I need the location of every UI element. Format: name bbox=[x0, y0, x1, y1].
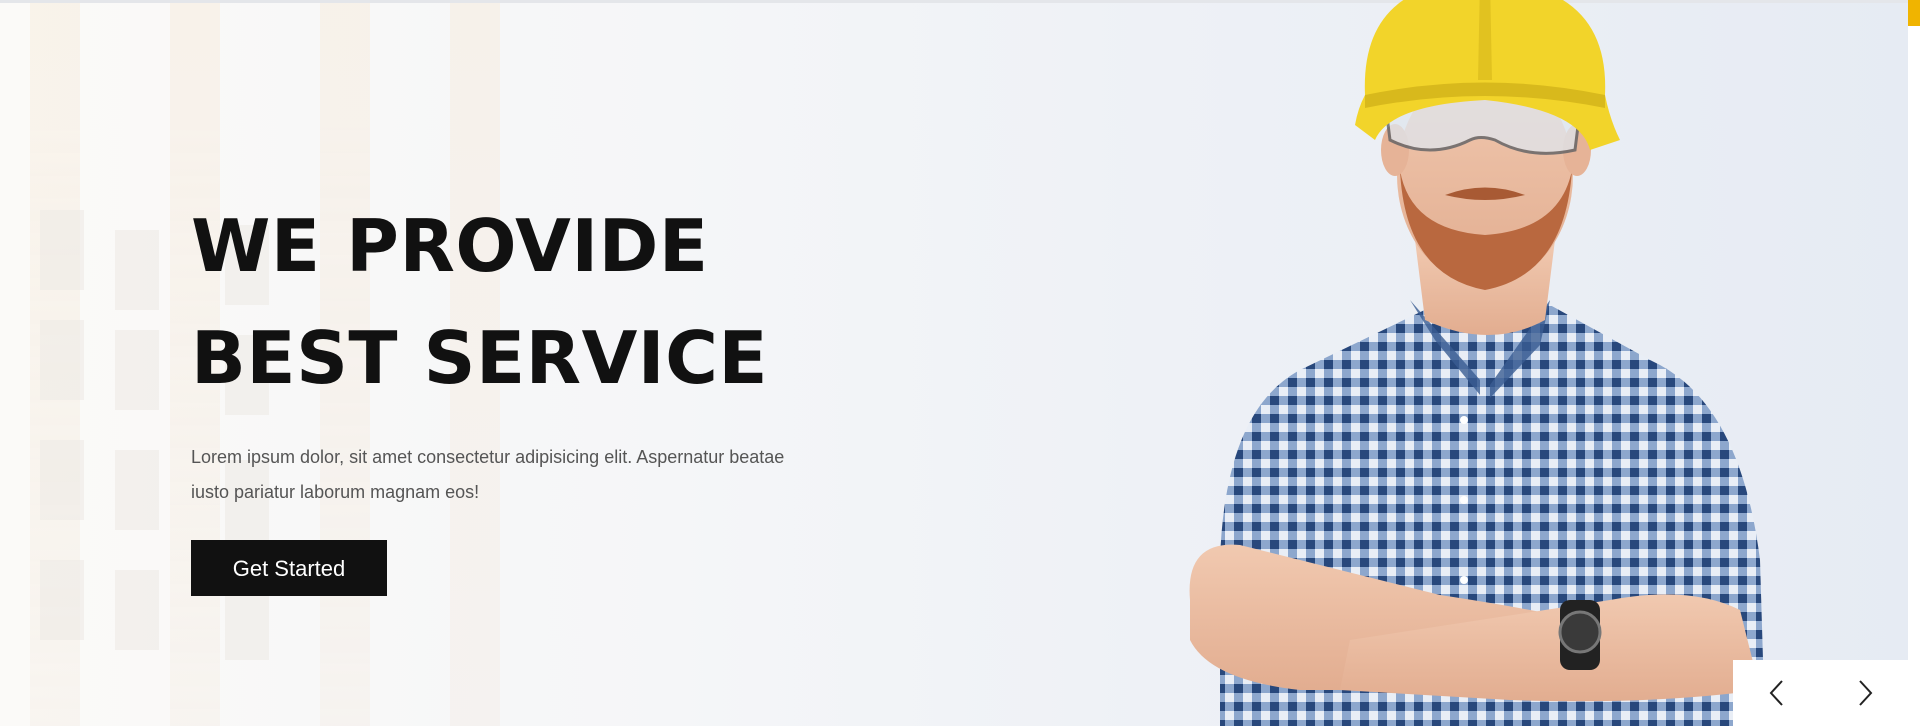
chevron-right-icon bbox=[1859, 680, 1873, 706]
hero-description: Lorem ipsum dolor, sit amet consectetur … bbox=[191, 447, 785, 502]
next-slide-button[interactable] bbox=[1845, 673, 1885, 713]
hero-heading: WE PROVIDE BEST SERVICE bbox=[191, 190, 811, 414]
worker-image bbox=[1189, 0, 1765, 726]
hero-slider: WE PROVIDE BEST SERVICE Lorem ipsum dolo… bbox=[0, 0, 1920, 726]
hero-heading-line-2: BEST SERVICE bbox=[191, 316, 769, 400]
hero-heading-line-1: WE PROVIDE bbox=[191, 204, 709, 288]
scroll-indicator bbox=[1908, 0, 1920, 26]
chevron-left-icon bbox=[1769, 680, 1783, 706]
right-edge bbox=[1908, 26, 1920, 726]
slider-navigation bbox=[1733, 660, 1909, 726]
get-started-button[interactable]: Get Started bbox=[191, 540, 387, 596]
prev-slide-button[interactable] bbox=[1757, 673, 1797, 713]
hero-content: WE PROVIDE BEST SERVICE Lorem ipsum dolo… bbox=[191, 190, 811, 596]
